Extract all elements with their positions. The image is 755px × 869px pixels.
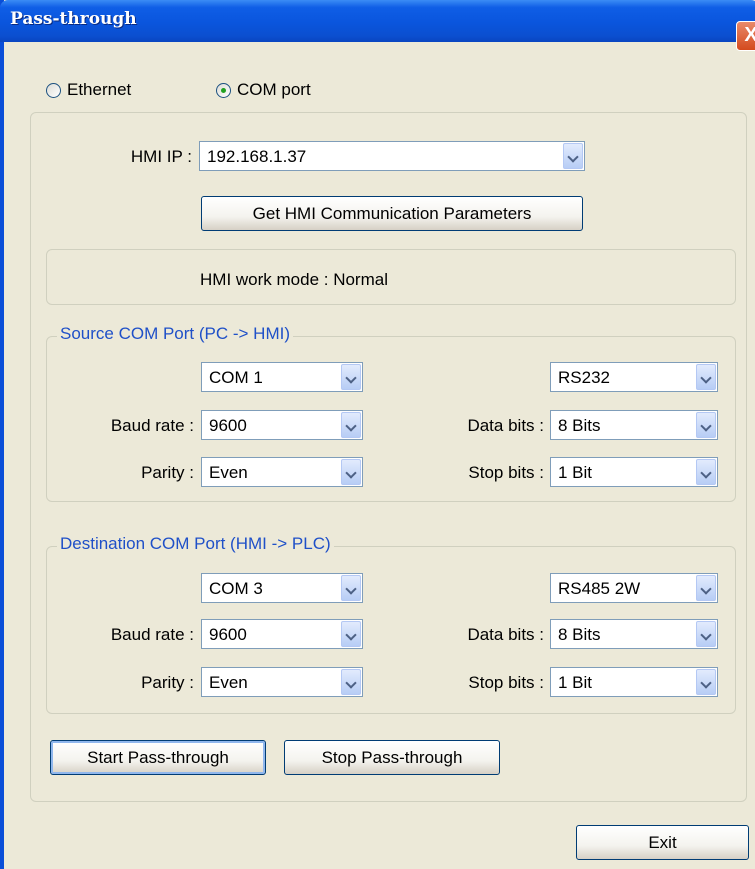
- source-data-bits-value: 8 Bits: [558, 416, 601, 435]
- chevron-down-icon[interactable]: [341, 621, 361, 647]
- destination-stop-bits-label: Stop bits :: [468, 673, 544, 692]
- chevron-down-icon[interactable]: [696, 621, 716, 647]
- chevron-down-icon[interactable]: [341, 364, 361, 390]
- source-port-value: COM 1: [209, 368, 263, 387]
- source-interface-select[interactable]: RS232: [550, 362, 718, 392]
- destination-data-bits-select[interactable]: 8 Bits: [550, 619, 718, 649]
- exit-button[interactable]: Exit: [576, 825, 749, 860]
- com-port-radio-label: COM port: [237, 80, 311, 99]
- chevron-down-icon[interactable]: [341, 412, 361, 438]
- com-port-radio[interactable]: COM port: [216, 80, 311, 100]
- com-port-radio-checked-icon: [216, 82, 231, 98]
- get-hmi-parameters-button[interactable]: Get HMI Communication Parameters: [201, 196, 583, 231]
- chevron-down-icon[interactable]: [563, 143, 583, 169]
- destination-parity-select[interactable]: Even: [201, 667, 363, 697]
- destination-interface-value: RS485 2W: [558, 579, 641, 598]
- destination-baud-label: Baud rate :: [110, 625, 194, 644]
- destination-interface-select[interactable]: RS485 2W: [550, 573, 718, 603]
- chevron-down-icon[interactable]: [341, 669, 361, 695]
- chevron-down-icon[interactable]: [696, 669, 716, 695]
- destination-data-bits-label: Data bits :: [467, 625, 544, 644]
- ethernet-radio-label: Ethernet: [67, 80, 132, 99]
- source-baud-select[interactable]: 9600: [201, 410, 363, 440]
- source-stop-bits-value: 1 Bit: [558, 463, 593, 482]
- work-mode-text: HMI work mode : Normal: [200, 270, 388, 289]
- chevron-down-icon[interactable]: [696, 575, 716, 601]
- close-button[interactable]: X: [736, 21, 755, 51]
- chevron-down-icon[interactable]: [696, 364, 716, 390]
- source-data-bits-select[interactable]: 8 Bits: [550, 410, 718, 440]
- destination-port-select[interactable]: COM 3: [201, 573, 363, 603]
- source-data-bits-label: Data bits :: [467, 416, 544, 435]
- source-parity-label: Parity :: [141, 463, 194, 482]
- destination-port-value: COM 3: [209, 579, 263, 598]
- destination-parity-label: Parity :: [141, 673, 194, 692]
- destination-com-group-title: Destination COM Port (HMI -> PLC): [57, 534, 334, 554]
- source-parity-value: Even: [209, 463, 248, 482]
- ethernet-radio-circle-icon: [46, 82, 61, 98]
- close-icon: X: [744, 24, 755, 46]
- destination-stop-bits-value: 1 Bit: [558, 673, 593, 692]
- chevron-down-icon[interactable]: [341, 575, 361, 601]
- ethernet-radio[interactable]: Ethernet: [46, 80, 131, 100]
- source-stop-bits-label: Stop bits :: [468, 463, 544, 482]
- source-baud-label: Baud rate :: [110, 416, 194, 435]
- hmi-ip-label: HMI IP :: [130, 147, 192, 166]
- source-com-group-title: Source COM Port (PC -> HMI): [57, 324, 294, 344]
- hmi-ip-value: 192.168.1.37: [207, 147, 307, 166]
- chevron-down-icon[interactable]: [341, 459, 361, 485]
- destination-baud-value: 9600: [209, 625, 247, 644]
- start-pass-through-button[interactable]: Start Pass-through: [50, 740, 266, 775]
- work-mode-box: [46, 249, 736, 305]
- source-interface-value: RS232: [558, 368, 610, 387]
- chevron-down-icon[interactable]: [696, 412, 716, 438]
- destination-baud-select[interactable]: 9600: [201, 619, 363, 649]
- destination-parity-value: Even: [209, 673, 248, 692]
- chevron-down-icon[interactable]: [696, 459, 716, 485]
- destination-data-bits-value: 8 Bits: [558, 625, 601, 644]
- source-port-select[interactable]: COM 1: [201, 362, 363, 392]
- destination-stop-bits-select[interactable]: 1 Bit: [550, 667, 718, 697]
- window-title: Pass-through: [10, 9, 137, 29]
- pass-through-dialog: Pass-through X Ethernet COM port HMI IP …: [0, 0, 755, 869]
- source-parity-select[interactable]: Even: [201, 457, 363, 487]
- source-baud-value: 9600: [209, 416, 247, 435]
- hmi-ip-combo[interactable]: 192.168.1.37: [199, 141, 585, 171]
- stop-pass-through-button[interactable]: Stop Pass-through: [284, 740, 500, 775]
- source-stop-bits-select[interactable]: 1 Bit: [550, 457, 718, 487]
- title-bar[interactable]: Pass-through: [0, 0, 755, 42]
